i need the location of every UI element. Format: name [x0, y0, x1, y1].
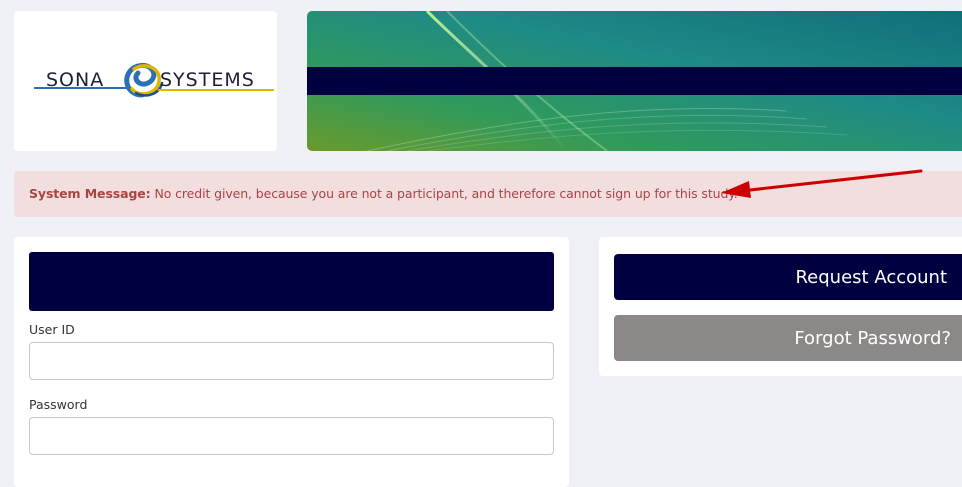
logo-word-right: SYSTEMS	[160, 69, 255, 91]
logo-word-left: SONA	[46, 69, 104, 91]
sona-systems-logo: SONA SYSTEMS	[34, 62, 274, 98]
account-actions-card: Request Account Forgot Password?	[599, 237, 962, 376]
user-id-label: User ID	[29, 322, 75, 337]
password-label: Password	[29, 397, 88, 412]
banner-graphic	[307, 11, 962, 151]
login-card: User ID Password	[14, 237, 569, 487]
request-account-button[interactable]: Request Account	[614, 254, 962, 300]
user-id-input[interactable]	[29, 342, 554, 380]
system-message-body: No credit given, because you are not a p…	[150, 186, 738, 201]
forgot-password-button[interactable]: Forgot Password?	[614, 315, 962, 361]
system-message-label: System Message:	[29, 186, 151, 201]
system-message-text: System Message: No credit given, because…	[29, 186, 738, 201]
password-input[interactable]	[29, 417, 554, 455]
red-arrow-annotation	[721, 169, 923, 198]
logo-card: SONA SYSTEMS	[14, 11, 277, 151]
header-banner	[307, 11, 962, 151]
login-header-bar	[29, 252, 554, 311]
